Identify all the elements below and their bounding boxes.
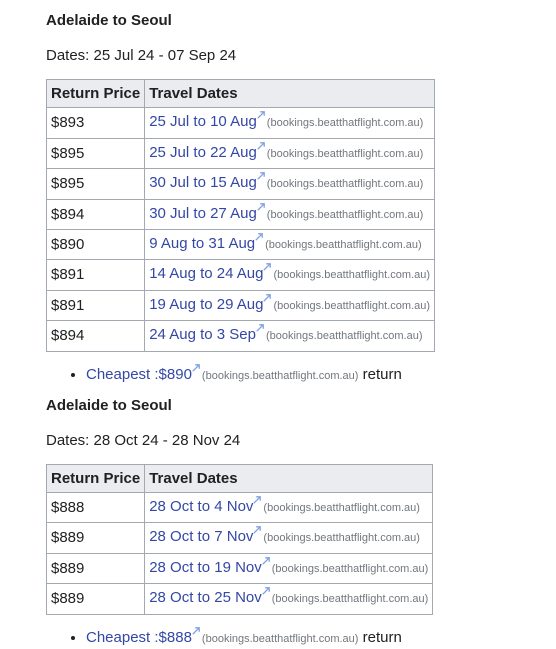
external-link-icon <box>263 284 272 302</box>
price-cell: $889 <box>45 552 146 585</box>
travel-dates-cell: 28 Oct to 4 Nov (bookings.beatthatflight… <box>144 492 434 524</box>
price-cell: $894 <box>45 320 146 352</box>
table-row: $891 19 Aug to 29 Aug (bookings.beatthatf… <box>45 289 436 322</box>
table-row: $893 25 Jul to 10 Aug (bookings.beatthatf… <box>45 107 436 139</box>
travel-dates-link[interactable]: 28 Oct to 25 Nov <box>149 589 262 606</box>
travel-dates-cell: 28 Oct to 19 Nov (bookings.beatthatfligh… <box>144 552 434 585</box>
price-cell: $889 <box>45 583 146 615</box>
travel-dates-cell: 14 Aug to 24 Aug (bookings.beatthatfligh… <box>144 259 436 291</box>
price-cell: $889 <box>45 522 146 554</box>
travel-dates-link[interactable]: 24 Aug to 3 Sep <box>149 326 256 343</box>
booking-domain: (bookings.beatthatflight.com.au) <box>201 369 359 382</box>
date-range-label: Dates: 28 Oct 24 - 28 Nov 24 <box>46 431 241 449</box>
booking-domain: (bookings.beatthatflight.com.au) <box>266 178 424 191</box>
external-link-icon <box>257 101 265 120</box>
external-link-icon <box>192 621 200 635</box>
table-row: $889 28 Oct to 7 Nov (bookings.beatthatfl… <box>45 522 434 554</box>
travel-dates-link[interactable]: 9 Aug to 31 Aug <box>149 235 255 252</box>
cheapest-summary: Cheapest :$890 (bookings.beatthatflight.… <box>46 363 546 386</box>
fares-table: Return Price Travel Dates $888 28 Oct to 4 … <box>45 463 434 615</box>
external-link-icon <box>255 223 263 241</box>
external-link-icon <box>257 132 265 150</box>
price-cell: $895 <box>45 168 146 200</box>
external-link-icon <box>253 516 262 535</box>
booking-domain: (bookings.beatthatflight.com.au) <box>271 562 429 575</box>
date-range-label: Dates: 25 Jul 24 - 07 Sep 24 <box>46 47 237 64</box>
price-cell: $894 <box>45 198 146 231</box>
table-row: $895 25 Jul to 22 Aug (bookings.beatthatf… <box>45 137 436 170</box>
travel-dates-link[interactable]: 14 Aug to 24 Aug <box>149 265 263 282</box>
list-item: Cheapest :$888 (bookings.beatthatflight.… <box>86 626 546 649</box>
header-travel-dates: Travel Dates <box>144 78 436 109</box>
section-title: Adelaide to Seoul <box>46 396 172 414</box>
travel-dates-cell: 28 Oct to 25 Nov (bookings.beatthatfligh… <box>144 583 434 615</box>
external-link-icon <box>256 314 264 332</box>
booking-domain: (bookings.beatthatflight.com.au) <box>273 299 431 312</box>
external-link-icon <box>257 162 265 180</box>
travel-dates-cell: 30 Jul to 27 Aug (bookings.beatthatfligh… <box>144 198 436 231</box>
cheapest-link[interactable]: Cheapest :$888 <box>86 629 192 646</box>
travel-dates-link[interactable]: 28 Oct to 19 Nov <box>149 559 262 576</box>
price-cell: $895 <box>45 137 146 170</box>
external-link-icon <box>192 358 200 372</box>
travel-dates-link[interactable]: 30 Jul to 15 Aug <box>149 174 257 191</box>
price-cell: $893 <box>45 107 146 139</box>
price-cell: $891 <box>45 259 146 291</box>
list-item: Cheapest :$890 (bookings.beatthatflight.… <box>86 363 546 386</box>
external-link-icon <box>253 486 262 504</box>
section-title: Adelaide to Seoul <box>46 12 172 29</box>
content-area: Adelaide to Seoul Dates: 25 Jul 24 - 07 S… <box>45 0 546 649</box>
cheapest-link[interactable]: Cheapest :$890 <box>86 366 192 383</box>
header-return-price: Return Price <box>45 463 146 494</box>
external-link-icon <box>257 193 265 211</box>
booking-domain: (bookings.beatthatflight.com.au) <box>271 593 429 606</box>
booking-domain: (bookings.beatthatflight.com.au) <box>263 502 420 515</box>
travel-dates-link[interactable]: 30 Jul to 27 Aug <box>149 205 257 222</box>
travel-dates-cell: 9 Aug to 31 Aug (bookings.beatthatflight… <box>144 229 436 261</box>
price-cell: $888 <box>45 492 146 524</box>
travel-dates-cell: 28 Oct to 7 Nov (bookings.beatthatflight… <box>144 522 434 554</box>
travel-dates-link[interactable]: 25 Jul to 22 Aug <box>149 144 257 161</box>
table-row: $888 28 Oct to 4 Nov (bookings.beatthatfl… <box>45 492 434 524</box>
price-cell: $890 <box>45 229 146 261</box>
travel-dates-cell: 19 Aug to 29 Aug (bookings.beatthatfligh… <box>144 289 436 322</box>
booking-domain: (bookings.beatthatflight.com.au) <box>266 147 424 160</box>
return-label: return <box>362 365 402 383</box>
external-link-icon <box>262 547 270 565</box>
price-cell: $891 <box>45 289 146 322</box>
header-travel-dates: Travel Dates <box>144 463 434 494</box>
table-row: $894 24 Aug to 3 Sep (bookings.beatthatfl… <box>45 320 436 352</box>
return-label: return <box>362 628 402 646</box>
booking-domain: (bookings.beatthatflight.com.au) <box>266 208 424 221</box>
booking-domain: (bookings.beatthatflight.com.au) <box>265 330 423 343</box>
table-row: $891 14 Aug to 24 Aug (bookings.beatthatf… <box>45 259 436 291</box>
table-header-row: Return Price Travel Dates <box>45 463 434 494</box>
table-row: $894 30 Jul to 27 Aug (bookings.beatthatf… <box>45 198 436 231</box>
travel-dates-link[interactable]: 28 Oct to 4 Nov <box>149 498 253 515</box>
external-link-icon <box>263 253 272 272</box>
header-return-price: Return Price <box>45 78 146 109</box>
travel-dates-cell: 25 Jul to 10 Aug (bookings.beatthatfligh… <box>144 107 436 139</box>
travel-dates-link[interactable]: 19 Aug to 29 Aug <box>149 296 263 313</box>
booking-domain: (bookings.beatthatflight.com.au) <box>273 269 431 282</box>
table-header-row: Return Price Travel Dates <box>45 78 436 109</box>
travel-dates-cell: 25 Jul to 22 Aug (bookings.beatthatfligh… <box>144 137 436 170</box>
table-row: $889 28 Oct to 25 Nov (bookings.beatthatf… <box>45 583 434 615</box>
booking-domain: (bookings.beatthatflight.com.au) <box>265 239 422 252</box>
table-row: $889 28 Oct to 19 Nov (bookings.beatthatf… <box>45 552 434 585</box>
travel-dates-link[interactable]: 28 Oct to 7 Nov <box>149 528 253 545</box>
travel-dates-cell: 30 Jul to 15 Aug (bookings.beatthatfligh… <box>144 168 436 200</box>
travel-dates-link[interactable]: 25 Jul to 10 Aug <box>149 113 257 130</box>
booking-domain: (bookings.beatthatflight.com.au) <box>263 532 420 545</box>
booking-domain: (bookings.beatthatflight.com.au) <box>266 117 424 130</box>
external-link-icon <box>262 577 270 595</box>
cheapest-summary: Cheapest :$888 (bookings.beatthatflight.… <box>46 626 546 649</box>
table-row: $890 9 Aug to 31 Aug (bookings.beatthatfl… <box>45 229 436 261</box>
fares-table: Return Price Travel Dates $893 25 Jul to 10… <box>45 78 436 352</box>
booking-domain: (bookings.beatthatflight.com.au) <box>201 632 359 645</box>
table-row: $895 30 Jul to 15 Aug (bookings.beatthatf… <box>45 168 436 200</box>
travel-dates-cell: 24 Aug to 3 Sep (bookings.beatthatflight… <box>144 320 436 352</box>
